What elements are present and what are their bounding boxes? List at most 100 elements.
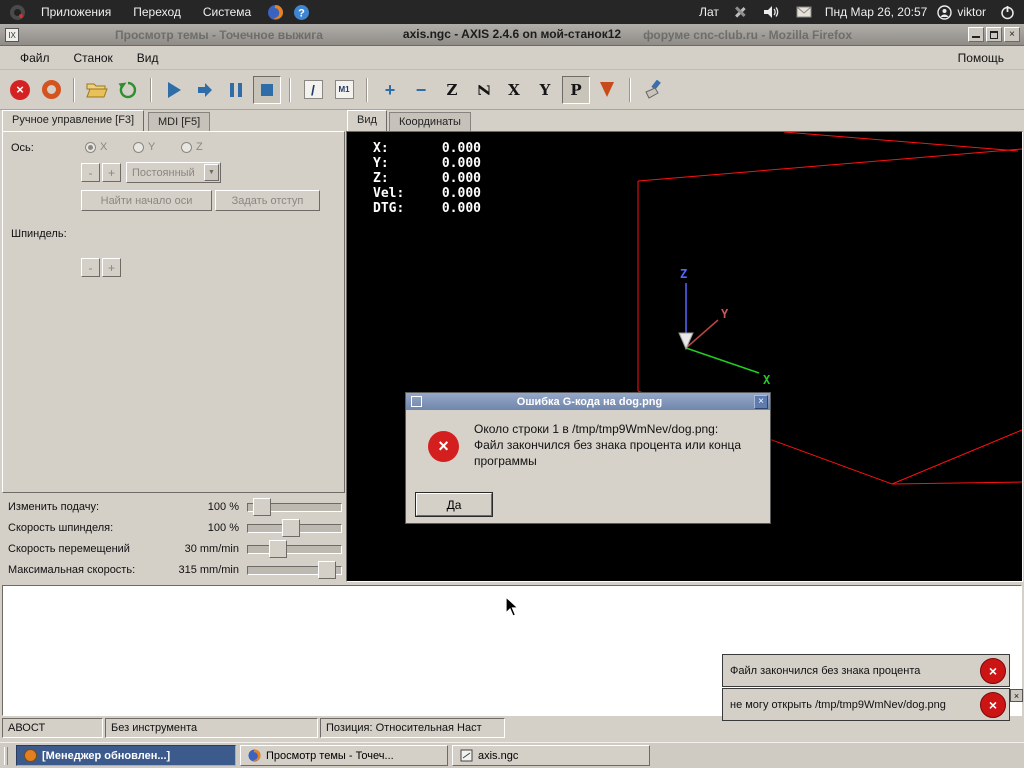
left-panel-tabs: Ручное управление [F3] MDI [F5] [2,110,345,131]
stop-button[interactable] [253,75,281,104]
taskbar-item-update-manager[interactable]: [Менеджер обновлен...] [16,745,236,766]
slider-thumb[interactable] [253,497,272,516]
menu-help[interactable]: Помощь [948,48,1014,68]
skip-lines-button[interactable]: / [299,76,327,104]
dialog-window-icon [411,396,422,407]
tab-manual-control[interactable]: Ручное управление [F3] [2,110,145,131]
view-front-icon: Y [539,80,551,99]
step-button[interactable] [191,76,219,104]
tab-preview[interactable]: Вид [347,110,387,131]
dialog-close-button[interactable]: × [754,394,768,409]
view-side-button[interactable]: X [500,76,528,104]
clear-plot-button[interactable] [639,76,667,104]
menu-places[interactable]: Переход [124,2,190,22]
home-axis-button[interactable]: Найти начало оси [81,190,212,211]
dialog-message: Около строки 1 в /tmp/tmp9WmNev/dog.png:… [474,421,759,469]
view-side-icon: X [508,80,520,99]
optional-pause-button[interactable]: M1 [330,76,358,104]
taskbar-item-firefox[interactable]: Просмотр темы - Точеч... [240,745,448,766]
radio-axis-y[interactable]: Y [133,141,155,153]
clock[interactable]: Пнд Мар 26, 20:57 [825,5,927,19]
minimize-button[interactable] [968,27,984,42]
axis-x-label: X [763,373,771,387]
rotate-view-button[interactable] [593,76,621,104]
main-menu-icon[interactable] [6,2,28,22]
spindle-plus-button[interactable]: + [102,258,121,277]
slider-thumb[interactable] [281,518,300,537]
estop-button[interactable]: × [6,76,34,104]
feed-override-row: Изменить подачу: 100 % [2,496,345,517]
notification-close-button[interactable]: × [980,657,1006,684]
slider-thumb[interactable] [268,539,287,558]
view-front-button[interactable]: Y [531,76,559,104]
view-top-icon: Z [446,80,458,99]
spindle-minus-button[interactable]: - [81,258,100,277]
jog-speed-slider[interactable] [247,539,342,558]
keyboard-layout-indicator[interactable]: Лат [699,5,719,19]
user-name: viktor [957,5,986,19]
feed-override-value: 100 % [207,500,239,513]
feed-override-slider[interactable] [247,497,342,516]
jog-plus-button[interactable]: + [102,163,121,182]
maximize-button[interactable] [986,27,1002,42]
jog-speed-row: Скорость перемещений 30 mm/min [2,538,345,559]
status-tool: Без инструмента [105,718,318,738]
taskbar-grip[interactable] [4,746,8,765]
user-switcher[interactable]: viktor [937,4,986,20]
dialog-message-line2: Файл закончился без знака процента или к… [474,438,742,468]
spindle-override-slider[interactable] [247,518,342,537]
axis-y-label: Y [721,307,729,321]
toolbar: × / M1 + − Z Z X Y P [0,70,1024,110]
tab-dro[interactable]: Координаты [389,112,471,131]
menu-file[interactable]: Файл [10,48,60,68]
menu-applications[interactable]: Приложения [32,2,120,22]
zoom-out-button[interactable]: − [407,76,435,104]
mail-tray-icon[interactable] [793,2,815,22]
menu-system[interactable]: Система [194,2,260,22]
taskbar-item-axis[interactable]: axis.ngc [452,745,650,766]
radio-axis-x[interactable]: X [85,141,107,153]
power-icon[interactable] [996,2,1018,22]
axis-label: Ось: [11,142,34,154]
machine-power-button[interactable] [37,76,65,104]
firefox-launcher-icon[interactable] [264,2,286,22]
notification-close-button[interactable]: × [980,691,1006,718]
dialog-ok-button[interactable]: Да [415,492,493,517]
tab-mdi[interactable]: MDI [F5] [148,112,211,131]
jog-speed-label: Скорость перемещений [8,542,130,555]
jog-minus-button[interactable]: - [81,163,100,182]
spindle-override-label: Скорость шпинделя: [8,521,114,534]
override-sliders: Изменить подачу: 100 % Скорость шпинделя… [2,496,345,580]
zoom-out-icon: − [415,79,427,100]
toolbar-separator [629,77,631,102]
max-velocity-slider[interactable] [247,560,342,579]
view-top-button[interactable]: Z [438,76,466,104]
view-rotated-top-button[interactable]: Z [469,76,497,104]
spindle-override-value: 100 % [207,521,239,534]
close-button[interactable]: × [1004,27,1020,42]
pause-button[interactable] [222,76,250,104]
dialog-titlebar[interactable]: Ошибка G-кода на dog.png × [406,393,770,410]
help-launcher-icon[interactable]: ? [290,2,312,22]
view-perspective-button[interactable]: P [562,75,590,104]
run-program-button[interactable] [160,76,188,104]
window-titlebar[interactable]: IX Просмотр темы - Точечное выжига форум… [0,24,1024,46]
radio-axis-z[interactable]: Z [181,141,203,153]
jog-increment-select[interactable]: Постоянный ▼ [126,162,221,183]
open-file-button[interactable] [83,76,111,104]
update-manager-icon [23,749,37,763]
notification-text: не могу открыть /tmp/tmp9WmNev/dog.png [730,698,946,711]
zoom-in-button[interactable]: + [376,76,404,104]
touch-off-button[interactable]: Задать отступ [215,190,320,211]
optional-pause-icon: M1 [338,85,350,94]
volume-tray-icon[interactable] [761,2,783,22]
reload-file-button[interactable] [114,76,142,104]
notification-dismiss-icon[interactable]: × [1010,689,1023,702]
slider-thumb[interactable] [317,560,336,579]
gnome-panel: Приложения Переход Система ? Лат Пнд Мар… [0,0,1024,24]
svg-text:?: ? [298,7,305,19]
desktop: Приложения Переход Система ? Лат Пнд Мар… [0,0,1024,768]
tools-tray-icon[interactable] [729,2,751,22]
menu-view[interactable]: Вид [127,48,169,68]
menu-machine[interactable]: Станок [64,48,123,68]
